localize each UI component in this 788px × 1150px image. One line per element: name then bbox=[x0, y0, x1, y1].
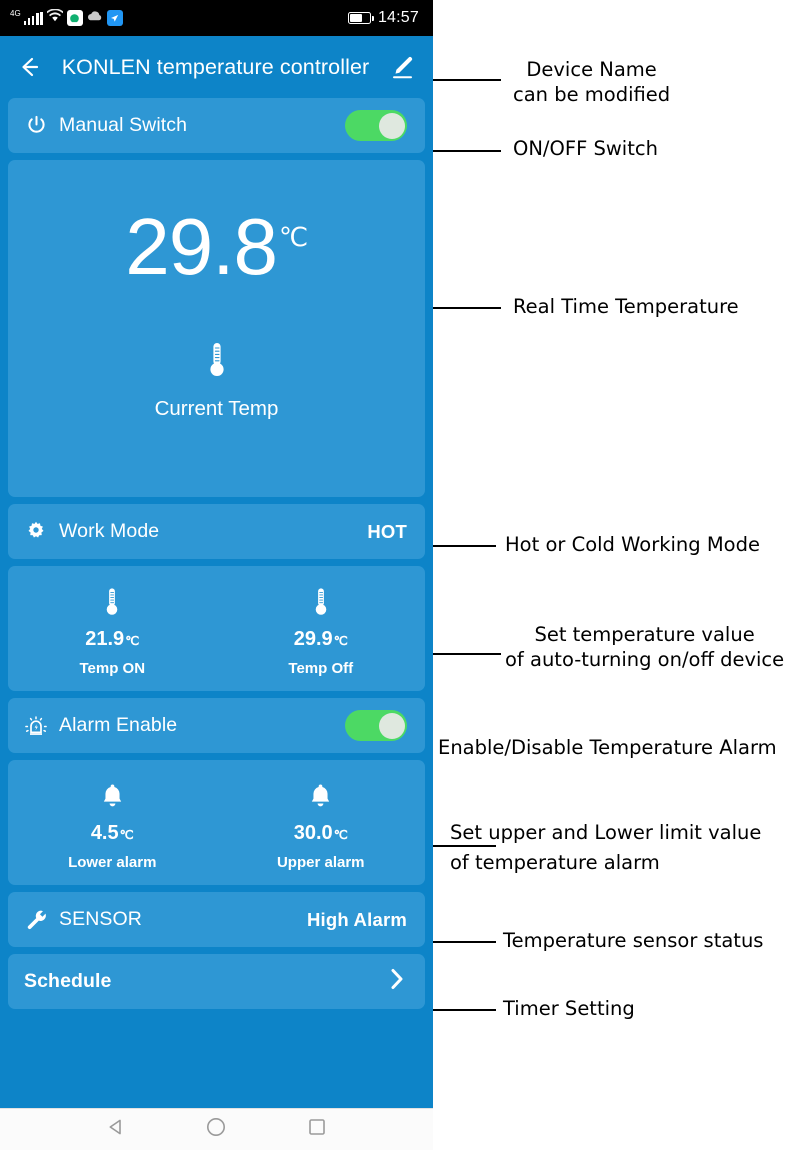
temp-on-cell[interactable]: 21.9 ℃ Temp ON bbox=[8, 566, 217, 691]
card-schedule: Schedule bbox=[8, 954, 425, 1009]
annotation-real-time-temp: Real Time Temperature bbox=[513, 295, 739, 318]
toggle-knob bbox=[378, 112, 405, 139]
status-bar: 4G 14:57 bbox=[0, 0, 433, 36]
leader-line-work-mode bbox=[433, 545, 496, 547]
temp-on-value-group: 21.9 ℃ bbox=[85, 628, 139, 651]
lower-alarm-caption: Lower alarm bbox=[68, 853, 157, 871]
annotation-set-temp-value: Set temperature value of auto-turning on… bbox=[505, 623, 785, 671]
temp-off-unit: ℃ bbox=[333, 633, 348, 648]
wrench-icon bbox=[24, 908, 48, 932]
leader-line-onoff-switch bbox=[433, 150, 501, 152]
card-work-mode: Work Mode HOT bbox=[8, 504, 425, 559]
status-bar-right: 14:57 bbox=[347, 9, 419, 27]
leader-line-timer-setting bbox=[433, 1009, 496, 1011]
battery-icon bbox=[347, 12, 374, 24]
gear-icon bbox=[24, 520, 48, 544]
manual-switch-label: Manual Switch bbox=[59, 114, 188, 136]
row-manual-switch[interactable]: Manual Switch bbox=[8, 98, 425, 153]
network-type-label: 4G bbox=[10, 8, 21, 18]
leader-line-sensor-status bbox=[433, 941, 496, 943]
temp-on-value: 21.9 bbox=[85, 627, 125, 650]
work-mode-label: Work Mode bbox=[59, 520, 160, 542]
card-temp-setpoints: 21.9 ℃ Temp ON 29.9 ℃ Temp Off bbox=[8, 566, 425, 691]
annotation-device-name: Device Name can be modified bbox=[513, 58, 671, 106]
app-green-icon bbox=[66, 10, 83, 26]
leader-line-device-name bbox=[433, 79, 501, 81]
leader-line-alarm-limits bbox=[433, 845, 496, 847]
back-arrow-icon[interactable] bbox=[14, 52, 44, 82]
upper-alarm-cell[interactable]: 30.0 ℃ Upper alarm bbox=[217, 760, 426, 885]
chevron-right-icon[interactable] bbox=[387, 966, 407, 997]
card-manual-switch: Manual Switch bbox=[8, 98, 425, 153]
row-sensor[interactable]: SENSOR High Alarm bbox=[8, 892, 425, 947]
row-alarm-enable[interactable]: Alarm Enable bbox=[8, 698, 425, 753]
square-recents-icon[interactable] bbox=[307, 1117, 327, 1142]
work-mode-value: HOT bbox=[367, 520, 407, 542]
sensor-status-value: High Alarm bbox=[307, 908, 407, 930]
temp-off-value-group: 29.9 ℃ bbox=[294, 628, 348, 651]
app-blue-icon bbox=[106, 10, 123, 26]
lower-alarm-value-group: 4.5 ℃ bbox=[91, 822, 134, 845]
temp-on-unit: ℃ bbox=[125, 633, 140, 648]
lower-alarm-cell[interactable]: 4.5 ℃ Lower alarm bbox=[8, 760, 217, 885]
upper-alarm-unit: ℃ bbox=[333, 827, 348, 842]
card-current-temperature[interactable]: 29.8 ℃ Current Temp bbox=[8, 160, 425, 497]
temp-on-caption: Temp ON bbox=[79, 659, 146, 677]
current-temperature-unit: ℃ bbox=[279, 222, 308, 252]
app-content: KONLEN temperature controller Manual Swi… bbox=[0, 36, 433, 1150]
cloud-icon bbox=[87, 9, 103, 27]
clock-time: 14:57 bbox=[377, 9, 419, 26]
annotation-timer-setting: Timer Setting bbox=[503, 997, 635, 1020]
card-alarm-limits: 4.5 ℃ Lower alarm 30.0 ℃ Upper alarm bbox=[8, 760, 425, 885]
thermometer-icon bbox=[207, 340, 227, 385]
temp-off-value: 29.9 bbox=[293, 627, 333, 650]
android-nav-bar bbox=[0, 1108, 433, 1150]
leader-line-set-temp-value bbox=[433, 653, 501, 655]
temp-off-cell[interactable]: 29.9 ℃ Temp Off bbox=[217, 566, 426, 691]
card-alarm-enable: Alarm Enable bbox=[8, 698, 425, 753]
phone-screen: 4G 14:57 KONLEN temperature controller M… bbox=[0, 0, 433, 1150]
manual-switch-toggle[interactable] bbox=[345, 110, 407, 141]
status-bar-left-icons: 4G bbox=[10, 9, 123, 27]
row-schedule[interactable]: Schedule bbox=[8, 954, 425, 1009]
thermometer-icon bbox=[313, 584, 329, 621]
toggle-knob bbox=[378, 712, 405, 739]
schedule-label: Schedule bbox=[24, 970, 112, 992]
power-icon bbox=[24, 114, 48, 138]
signal-bars-icon bbox=[23, 11, 43, 25]
pencil-edit-icon[interactable] bbox=[387, 52, 417, 82]
temp-off-caption: Temp Off bbox=[288, 659, 354, 677]
upper-alarm-caption: Upper alarm bbox=[276, 853, 365, 871]
alarm-enable-toggle[interactable] bbox=[345, 710, 407, 741]
annotation-work-mode: Hot or Cold Working Mode bbox=[505, 533, 760, 556]
alarm-enable-label: Alarm Enable bbox=[59, 714, 178, 736]
sensor-label: SENSOR bbox=[59, 908, 142, 930]
current-temperature-display: 29.8 ℃ bbox=[125, 202, 308, 291]
upper-alarm-value: 30.0 bbox=[293, 821, 333, 844]
lower-alarm-value: 4.5 bbox=[90, 821, 119, 844]
wifi-icon bbox=[46, 8, 64, 27]
alarm-beacon-icon bbox=[24, 714, 48, 738]
bell-icon bbox=[99, 778, 126, 815]
annotation-sensor-status: Temperature sensor status bbox=[503, 929, 764, 952]
leader-line-real-time-temp bbox=[433, 307, 501, 309]
annotation-alarm-enable: Enable/Disable Temperature Alarm bbox=[438, 736, 777, 759]
card-sensor: SENSOR High Alarm bbox=[8, 892, 425, 947]
upper-alarm-value-group: 30.0 ℃ bbox=[294, 822, 348, 845]
annotation-onoff-switch: ON/OFF Switch bbox=[513, 137, 658, 160]
app-header: KONLEN temperature controller bbox=[0, 36, 433, 98]
current-temperature-value: 29.8 bbox=[125, 202, 278, 291]
triangle-back-icon[interactable] bbox=[106, 1117, 126, 1142]
circle-home-icon[interactable] bbox=[205, 1116, 227, 1143]
annotation-alarm-limits: Set upper and Lower limit value of tempe… bbox=[450, 821, 762, 875]
page-title: KONLEN temperature controller bbox=[61, 54, 370, 79]
thermometer-icon bbox=[104, 584, 120, 621]
bell-icon bbox=[307, 778, 334, 815]
row-work-mode[interactable]: Work Mode HOT bbox=[8, 504, 425, 559]
current-temperature-caption: Current Temp bbox=[154, 397, 279, 420]
lower-alarm-unit: ℃ bbox=[119, 827, 134, 842]
